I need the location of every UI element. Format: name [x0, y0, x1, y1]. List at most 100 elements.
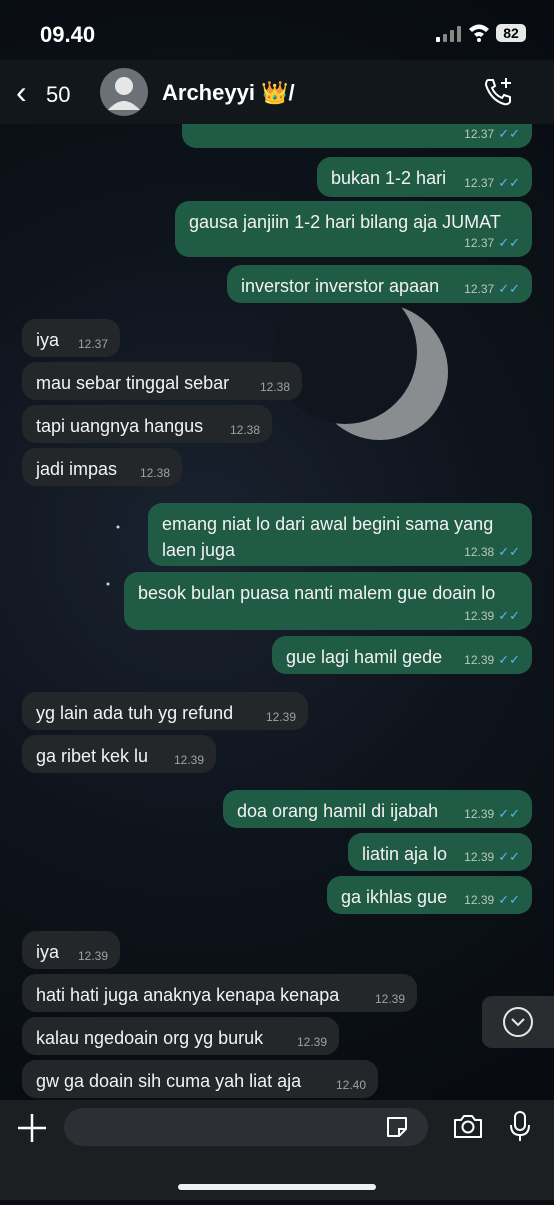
back-chevron-icon[interactable]: ‹ [16, 76, 27, 108]
message-text: ga ribet kek lu [36, 746, 149, 766]
plus-icon[interactable] [14, 1110, 50, 1146]
message-time: 12.37 [77, 337, 108, 351]
message-text: besok bulan puasa nanti malem gue doain … [138, 583, 496, 603]
message-meta: 12.37 ✓✓ [464, 175, 520, 191]
message-time: 12.38 [464, 545, 495, 559]
message-bubble-outgoing[interactable]: doa orang hamil di ijabah 12.39 ✓✓ [223, 790, 532, 828]
sticker-icon[interactable] [384, 1114, 410, 1140]
message-text: gausa janjiin 1-2 hari bilang aja JUMAT [189, 212, 501, 232]
message-meta: 12.37 ✓✓ [464, 281, 520, 297]
read-receipt-icon: ✓✓ [498, 544, 520, 559]
message-meta: 12.39 ✓✓ [464, 849, 520, 865]
message-meta: 12.37 ✓✓ [464, 126, 520, 142]
phone-add-icon[interactable] [482, 76, 514, 108]
read-receipt-icon: ✓✓ [498, 849, 520, 864]
message-time: 12.39 [464, 893, 495, 907]
message-text-line-2: laen juga [162, 540, 236, 560]
read-receipt-icon: ✓✓ [498, 806, 520, 821]
message-time: 12.38 [139, 466, 170, 480]
message-time: 12.40 [335, 1078, 366, 1092]
message-bubble-incoming[interactable]: yg lain ada tuh yg refund 12.39 [22, 692, 308, 730]
message-meta: 12.39 ✓✓ [464, 806, 520, 822]
read-receipt-icon: ✓✓ [498, 608, 520, 623]
message-text: tapi uangnya hangus [36, 416, 204, 436]
message-meta: 12.37 ✓✓ [464, 235, 520, 251]
message-text: iya [36, 330, 60, 350]
read-receipt-icon: ✓✓ [498, 235, 520, 250]
message-bubble-outgoing[interactable]: besok bulan puasa nanti malem gue doain … [124, 572, 532, 630]
message-text: gw ga doain sih cuma yah liat aja [36, 1071, 302, 1091]
message-time: 12.39 [77, 949, 108, 963]
message-time: 12.39 [265, 710, 296, 724]
message-time: 12.38 [259, 380, 290, 394]
cellular-signal-icon [436, 26, 461, 42]
message-meta: 12.39 ✓✓ [464, 892, 520, 908]
message-text-line-1: emang niat lo dari awal begini sama yang [162, 514, 494, 534]
message-bubble-incoming[interactable]: ga ribet kek lu 12.39 [22, 735, 216, 773]
message-bubble-incoming[interactable]: kalau ngedoain org yg buruk 12.39 [22, 1017, 339, 1055]
message-text: kalau ngedoain org yg buruk [36, 1028, 264, 1048]
message-list[interactable]: 12.37 ✓✓ bukan 1-2 hari 12.37 ✓✓ gausa jan… [0, 124, 554, 1100]
message-text: iya [36, 942, 60, 962]
message-bubble-incoming[interactable]: iya 12.39 [22, 931, 120, 969]
avatar[interactable] [100, 68, 148, 116]
status-time: 09.40 [40, 22, 96, 47]
message-bubble-incoming[interactable]: tapi uangnya hangus 12.38 [22, 405, 272, 443]
contact-name[interactable]: Archeyyi 👑/ [162, 80, 295, 106]
message-meta: 12.38 ✓✓ [464, 544, 520, 560]
read-receipt-icon: ✓✓ [498, 175, 520, 190]
message-bubble-outgoing[interactable]: gausa janjiin 1-2 hari bilang aja JUMAT … [175, 201, 532, 257]
message-bubble-incoming[interactable]: iya 12.37 [22, 319, 120, 357]
message-time: 12.37 [464, 236, 495, 250]
message-time: 12.39 [464, 807, 495, 821]
message-time: 12.39 [464, 850, 495, 864]
message-text: mau sebar tinggal sebar [36, 373, 230, 393]
chat-header: ‹ 50 Archeyyi 👑/ [0, 60, 554, 124]
chevron-down-icon [503, 1007, 533, 1037]
message-bubble-incoming[interactable]: gw ga doain sih cuma yah liat aja 12.40 [22, 1060, 378, 1098]
home-indicator [178, 1184, 376, 1190]
message-time: 12.37 [464, 282, 495, 296]
camera-icon[interactable] [452, 1112, 484, 1140]
message-text: liatin aja lo [362, 844, 448, 864]
message-text: doa orang hamil di ijabah [237, 801, 439, 821]
microphone-icon[interactable] [508, 1110, 532, 1144]
message-text: gue lagi hamil gede [286, 647, 443, 667]
message-meta: 12.39 ✓✓ [464, 652, 520, 668]
message-time: 12.37 [464, 176, 495, 190]
message-time: 12.39 [296, 1035, 327, 1049]
message-text: jadi impas [36, 459, 118, 479]
read-receipt-icon: ✓✓ [498, 892, 520, 907]
message-time: 12.38 [229, 423, 260, 437]
message-text: inverstor inverstor apaan [241, 276, 440, 296]
message-bubble-incoming[interactable]: jadi impas 12.38 [22, 448, 182, 486]
message-bubble-outgoing[interactable]: inverstor inverstor apaan 12.37 ✓✓ [227, 265, 532, 303]
message-input[interactable] [64, 1108, 428, 1146]
scroll-to-bottom-button[interactable] [482, 996, 554, 1048]
read-receipt-icon: ✓✓ [498, 281, 520, 296]
message-bubble-outgoing[interactable]: 12.37 ✓✓ [182, 124, 532, 148]
message-bubble-incoming[interactable]: hati hati juga anaknya kenapa kenapa 12.… [22, 974, 417, 1012]
default-avatar-icon [108, 77, 140, 110]
message-bubble-outgoing[interactable]: ga ikhlas gue 12.39 ✓✓ [327, 876, 532, 914]
status-bar: 09.40 82 [0, 0, 554, 60]
message-time: 12.39 [173, 753, 204, 767]
message-bubble-outgoing[interactable]: bukan 1-2 hari 12.37 ✓✓ [317, 157, 532, 197]
message-meta: 12.39 ✓✓ [464, 608, 520, 624]
message-time: 12.37 [464, 127, 495, 141]
read-receipt-icon: ✓✓ [498, 652, 520, 667]
message-bubble-outgoing[interactable]: emang niat lo dari awal begini sama yang… [148, 503, 532, 566]
message-time: 12.39 [464, 653, 495, 667]
message-text: hati hati juga anaknya kenapa kenapa [36, 985, 340, 1005]
unread-count[interactable]: 50 [46, 82, 70, 108]
message-time: 12.39 [374, 992, 405, 1006]
message-bubble-outgoing[interactable]: gue lagi hamil gede 12.39 ✓✓ [272, 636, 532, 674]
message-bubble-outgoing[interactable]: liatin aja lo 12.39 ✓✓ [348, 833, 532, 871]
message-bubble-incoming[interactable]: mau sebar tinggal sebar 12.38 [22, 362, 302, 400]
battery-indicator: 82 [496, 24, 526, 42]
wifi-icon [469, 24, 489, 42]
message-time: 12.39 [464, 609, 495, 623]
message-text: ga ikhlas gue [341, 887, 448, 907]
message-text: yg lain ada tuh yg refund [36, 703, 234, 723]
read-receipt-icon: ✓✓ [498, 126, 520, 141]
